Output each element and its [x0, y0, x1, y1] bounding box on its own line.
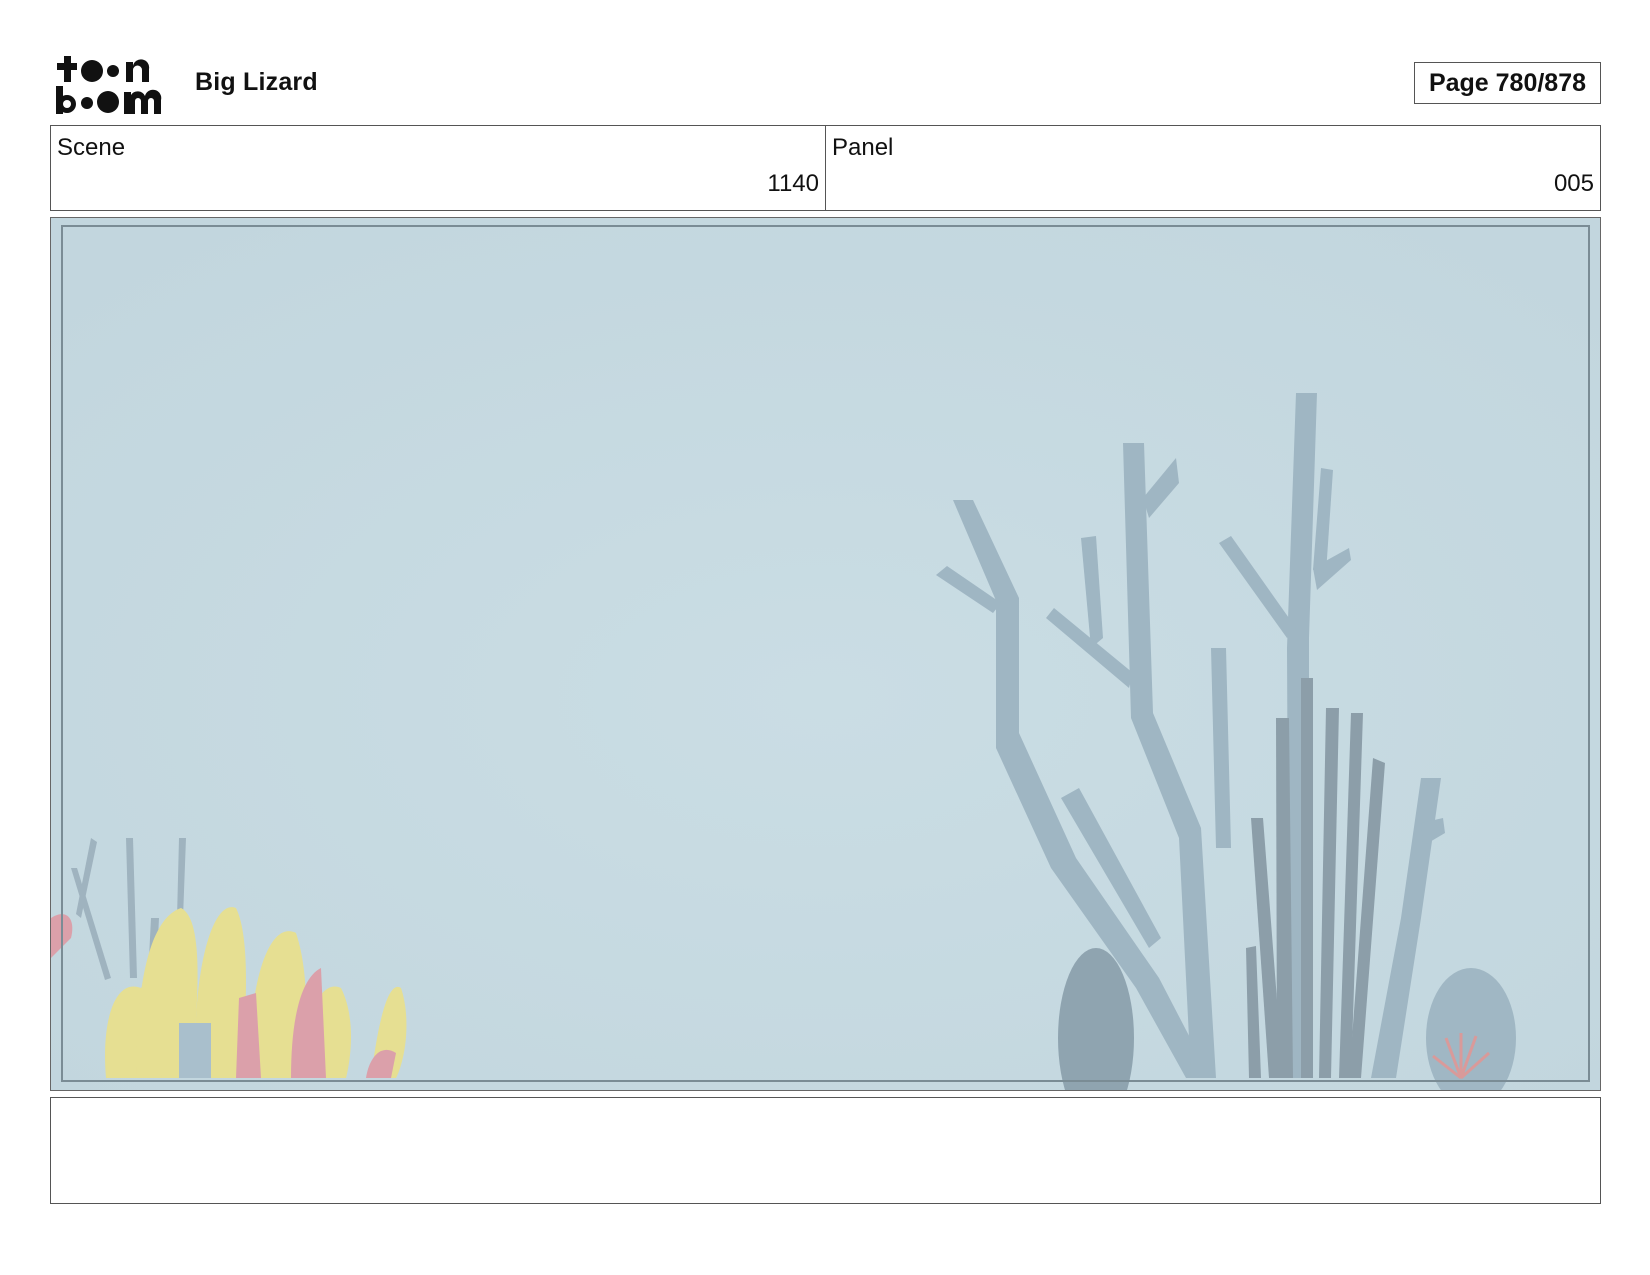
panel-cell: Panel 005 [825, 126, 1600, 210]
panel-notes-box[interactable] [50, 1097, 1601, 1204]
panel-label: Panel [832, 134, 894, 161]
scene-panel-row: Scene 1140 Panel 005 [50, 125, 1601, 211]
toon-boom-logo [56, 56, 162, 114]
underwater-scene-artwork [51, 218, 1600, 1090]
panel-number: 005 [1553, 170, 1594, 197]
scene-label: Scene [57, 134, 126, 161]
scene-number: 1140 [767, 170, 819, 197]
page-indicator: Page 780/878 [1414, 62, 1601, 104]
storyboard-panel-frame [50, 217, 1601, 1091]
blue-block-coral [179, 1023, 211, 1078]
scene-cell: Scene 1140 [51, 126, 825, 210]
project-title: Big Lizard [195, 68, 318, 96]
